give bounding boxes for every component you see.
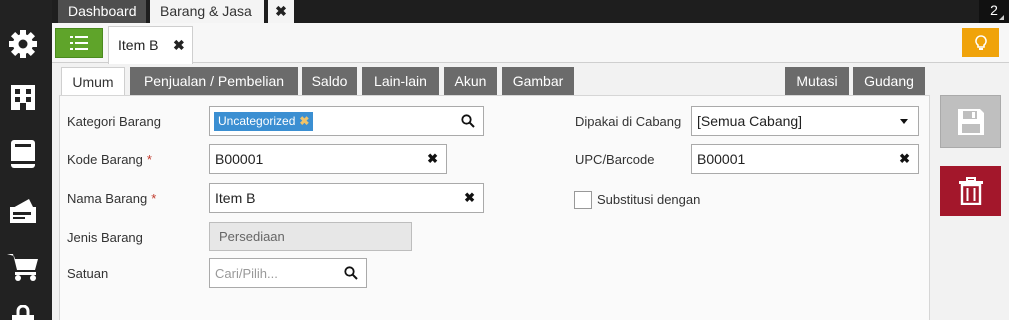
- nama-label: Nama Barang *: [67, 191, 156, 206]
- book-icon[interactable]: [6, 137, 40, 171]
- kode-label-text: Kode Barang: [67, 152, 143, 167]
- nama-value: Item B: [215, 190, 256, 206]
- jenis-field: Persediaan: [209, 222, 412, 251]
- kategori-label: Kategori Barang: [67, 114, 161, 129]
- tab-item-b-label: Item B: [118, 37, 159, 53]
- tab-mutasi[interactable]: Mutasi: [785, 67, 849, 95]
- substitusi-label: Substitusi dengan: [597, 192, 701, 207]
- nama-label-text: Nama Barang: [67, 191, 148, 206]
- corner-caret-icon: [999, 15, 1004, 20]
- clear-icon[interactable]: ✖: [464, 184, 475, 212]
- required-marker: *: [146, 152, 152, 167]
- tab-counter[interactable]: 2: [979, 0, 1009, 23]
- kode-label: Kode Barang *: [67, 152, 152, 167]
- upc-label: UPC/Barcode: [575, 152, 655, 167]
- search-icon[interactable]: [344, 266, 358, 280]
- satuan-placeholder: Cari/Pilih...: [215, 266, 278, 281]
- category-chip: Uncategorized ✖: [214, 112, 314, 131]
- jenis-label: Jenis Barang: [67, 230, 143, 245]
- search-icon[interactable]: [461, 114, 475, 128]
- bag-icon[interactable]: [6, 300, 40, 320]
- item-tab-bar: Item B ✖: [52, 23, 1009, 64]
- building-icon[interactable]: [6, 80, 40, 114]
- gear-icon[interactable]: [6, 27, 40, 61]
- tab-penjualan-pembelian[interactable]: Penjualan / Pembelian: [130, 67, 298, 95]
- kode-input[interactable]: B00001 ✖: [209, 144, 447, 174]
- cabang-label: Dipakai di Cabang: [575, 114, 682, 129]
- delete-button[interactable]: [940, 166, 1001, 216]
- tab-gudang[interactable]: Gudang: [853, 67, 925, 95]
- list-button[interactable]: [55, 28, 103, 58]
- satuan-input[interactable]: Cari/Pilih...: [209, 258, 367, 288]
- tab-barang-jasa[interactable]: Barang & Jasa: [150, 0, 264, 23]
- tab-lain-lain[interactable]: Lain-lain: [362, 67, 439, 95]
- lightbulb-icon: [974, 34, 987, 50]
- nama-input[interactable]: Item B ✖: [209, 183, 484, 213]
- list-icon: [70, 36, 88, 50]
- save-button[interactable]: [940, 95, 1001, 148]
- upc-input[interactable]: B00001 ✖: [691, 144, 919, 174]
- lightbulb-button[interactable]: [962, 28, 999, 57]
- left-sidebar: [0, 0, 52, 320]
- tab-gambar[interactable]: Gambar: [502, 67, 574, 95]
- kode-value: B00001: [215, 151, 264, 167]
- trash-icon: [958, 177, 983, 205]
- substitusi-checkbox[interactable]: [574, 191, 592, 209]
- close-tab-icon[interactable]: ✖: [268, 0, 294, 23]
- required-marker: *: [151, 191, 157, 206]
- satuan-label: Satuan: [67, 266, 109, 281]
- cart-icon[interactable]: [6, 250, 40, 284]
- tab-counter-label: 2: [990, 2, 998, 18]
- floppy-icon: [957, 108, 984, 135]
- tab-saldo[interactable]: Saldo: [302, 67, 357, 95]
- tab-item-b[interactable]: Item B ✖: [108, 26, 193, 64]
- cabang-select[interactable]: [Semua Cabang]: [691, 106, 919, 136]
- remove-chip-icon[interactable]: ✖: [299, 114, 309, 128]
- close-item-tab-icon[interactable]: ✖: [173, 27, 185, 63]
- chevron-down-icon: [900, 119, 908, 124]
- tab-akun[interactable]: Akun: [444, 67, 497, 95]
- tab-umum[interactable]: Umum: [61, 67, 125, 97]
- category-chip-label: Uncategorized: [218, 114, 296, 128]
- tab-dashboard[interactable]: Dashboard: [58, 0, 146, 23]
- kategori-field[interactable]: Uncategorized ✖: [209, 106, 484, 136]
- cabang-value: [Semua Cabang]: [697, 113, 803, 129]
- clear-icon[interactable]: ✖: [899, 145, 910, 173]
- top-tab-bar: Dashboard Barang & Jasa ✖ 2: [52, 0, 1009, 23]
- upc-value: B00001: [697, 151, 746, 167]
- clear-icon[interactable]: ✖: [427, 145, 438, 173]
- wallet-icon[interactable]: [6, 193, 40, 227]
